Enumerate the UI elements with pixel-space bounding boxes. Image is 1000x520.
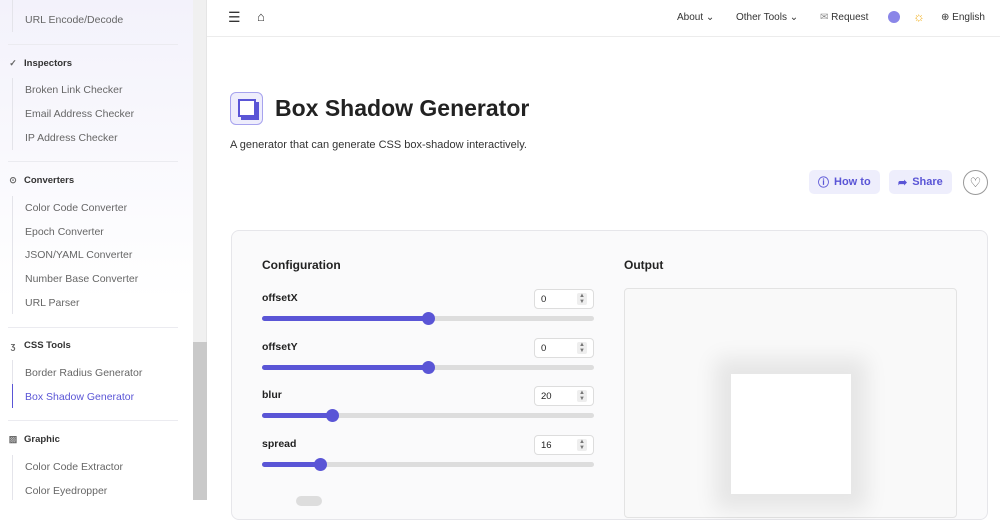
spread-value: 16	[541, 439, 552, 451]
sidebar-item[interactable]: Broken Link Checker	[25, 84, 122, 96]
heart-icon: ♡	[969, 175, 982, 190]
globe-icon: ⊕	[941, 12, 950, 23]
output-title: Output	[624, 258, 664, 272]
field-label-offsetY: offsetY	[262, 340, 298, 353]
spread-input[interactable]: 16 ▲ ▼	[534, 434, 594, 455]
sidebar-item[interactable]: JSON/YAML Converter	[25, 249, 132, 261]
sidebar-group-inspectors[interactable]: ✓ Inspectors	[8, 58, 72, 69]
share-icon: ➦	[898, 176, 908, 189]
mail-icon: ✉	[820, 12, 829, 23]
group-title: CSS Tools	[24, 340, 71, 351]
slider-thumb[interactable]	[422, 360, 435, 374]
spread-slider[interactable]	[262, 457, 594, 471]
group-title: Converters	[24, 175, 75, 186]
sidebar-scrollbar[interactable]: ⌃	[193, 0, 207, 500]
slider-fill	[262, 316, 428, 321]
other-tools-menu[interactable]: Other Tools ⌄	[736, 12, 798, 23]
sidebar-item[interactable]: Email Address Checker	[25, 108, 134, 120]
stepper-icon[interactable]: ▲ ▼	[577, 390, 587, 402]
offsetX-value: 0	[541, 294, 547, 305]
how-to-button[interactable]: ⓘ How to	[809, 170, 880, 194]
divider	[12, 455, 13, 500]
offsetY-input[interactable]: 0 ▲ ▼	[534, 337, 594, 358]
offsetX-slider[interactable]	[262, 312, 594, 325]
field-label-offsetX: offsetX	[262, 292, 298, 304]
group-title: Inspectors	[24, 58, 73, 69]
divider	[8, 327, 178, 328]
divider	[12, 196, 13, 314]
divider	[8, 161, 178, 162]
share-button[interactable]: ➦ Share	[889, 170, 952, 194]
scrollbar-thumb[interactable]	[193, 342, 207, 500]
shadow-preview-box	[731, 374, 851, 494]
play-circle-icon: ⊙	[9, 175, 17, 185]
toggle-switch[interactable]	[296, 496, 322, 506]
sidebar-group-graphic[interactable]: ▨ Graphic	[8, 434, 60, 445]
chevron-down-icon: ⌄	[705, 12, 715, 23]
menu-icon[interactable]: ☰	[228, 9, 241, 26]
offsetY-slider[interactable]	[262, 360, 594, 374]
sidebar-item[interactable]: Color Code Extractor	[25, 461, 123, 473]
favorite-button[interactable]: ♡	[963, 170, 988, 195]
stepper-icon[interactable]: ▲ ▼	[577, 293, 587, 305]
sidebar-item[interactable]: Epoch Converter	[25, 226, 104, 238]
language-selector[interactable]: ⊕ English	[941, 12, 985, 23]
share-label: Share	[912, 176, 943, 188]
group-title: Graphic	[24, 434, 60, 445]
divider	[8, 420, 178, 421]
request-link[interactable]: ✉ Request	[820, 12, 868, 23]
sidebar-item-active[interactable]: Box Shadow Generator	[25, 391, 134, 403]
image-icon: ▨	[8, 434, 18, 444]
check-icon: ✓	[9, 58, 17, 68]
css-icon: ʒ	[10, 340, 16, 351]
divider	[12, 78, 13, 150]
page-description: A generator that can generate CSS box-sh…	[230, 139, 527, 151]
divider	[8, 44, 178, 45]
request-label: Request	[831, 12, 869, 23]
field-label-blur: blur	[262, 389, 282, 401]
offsetX-input[interactable]: 0 ▲ ▼	[534, 289, 594, 309]
blur-input[interactable]: 20 ▲ ▼	[534, 386, 594, 406]
slider-fill	[262, 413, 332, 418]
sidebar-group-css-tools[interactable]: ʒ CSS Tools	[8, 340, 71, 351]
language-label: English	[952, 12, 985, 23]
blur-value: 20	[541, 391, 552, 402]
divider	[12, 360, 13, 384]
sidebar-group-converters[interactable]: ⊙ Converters	[8, 175, 74, 186]
active-indicator	[12, 384, 13, 408]
offsetY-value: 0	[541, 342, 547, 354]
about-menu[interactable]: About ⌄	[677, 12, 714, 23]
sun-icon[interactable]: ☼	[913, 9, 925, 24]
slider-fill	[262, 364, 428, 370]
sidebar-item[interactable]: Border Radius Generator	[25, 367, 142, 379]
divider	[12, 0, 13, 32]
stepper-icon[interactable]: ▲ ▼	[577, 341, 587, 354]
how-to-label: How to	[834, 176, 871, 188]
sidebar-item[interactable]: Color Code Converter	[25, 202, 127, 214]
about-label: About	[677, 12, 704, 23]
home-icon[interactable]: ⌂	[257, 9, 265, 24]
sidebar-item[interactable]: Color Eyedropper	[25, 485, 107, 497]
chevron-down-icon: ⌄	[789, 12, 799, 23]
sidebar: URL Encode/Decode ✓ Inspectors Broken Lin…	[0, 0, 193, 500]
sidebar-item-url-encode[interactable]: URL Encode/Decode	[25, 14, 123, 26]
sidebar-item[interactable]: URL Parser	[25, 297, 79, 309]
other-tools-label: Other Tools	[736, 12, 787, 23]
slider-thumb[interactable]	[314, 457, 328, 471]
tool-logo-icon	[230, 92, 263, 125]
topbar: ☰ ⌂ About ⌄ Other Tools ⌄ ✉ Request ☼ ⊕ …	[207, 0, 1000, 37]
palette-icon[interactable]	[888, 11, 900, 23]
blur-slider[interactable]	[262, 409, 594, 422]
configuration-title: Configuration	[262, 258, 341, 272]
sidebar-item[interactable]: IP Address Checker	[25, 132, 118, 144]
sidebar-item[interactable]: Number Base Converter	[25, 273, 138, 285]
help-circle-icon: ⓘ	[818, 177, 829, 189]
slider-thumb[interactable]	[422, 312, 435, 325]
slider-thumb[interactable]	[325, 409, 339, 422]
scroll-up-icon[interactable]: ⌃	[196, 0, 204, 7]
page-title: Box Shadow Generator	[275, 95, 530, 121]
field-label-spread: spread	[262, 437, 297, 450]
slider-fill	[262, 461, 321, 467]
stepper-icon[interactable]: ▲ ▼	[577, 438, 587, 451]
